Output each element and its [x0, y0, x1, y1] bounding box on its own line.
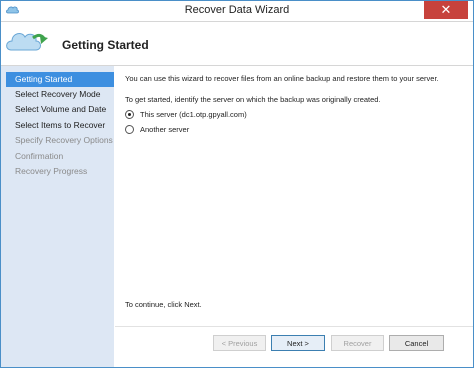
cloud-recover-icon [6, 33, 48, 51]
sidebar-item-recovery-progress: Recovery Progress [15, 166, 88, 176]
recover-button[interactable]: Recover [331, 335, 384, 351]
window-title: Recover Data Wizard [184, 4, 290, 16]
title-bar[interactable]: Recover Data Wizard ✕ [1, 1, 473, 22]
intro-text: You can use this wizard to recover files… [125, 74, 439, 83]
sidebar-item-select-volume-and-date[interactable]: Select Volume and Date [6, 102, 114, 117]
sidebar-item-confirmation: Confirmation [15, 151, 64, 161]
sidebar-item-getting-started[interactable]: Getting Started [6, 72, 114, 87]
wizard-content: You can use this wizard to recover files… [115, 66, 473, 336]
wizard-steps-sidebar: Getting Started Select Recovery Mode Sel… [1, 66, 114, 367]
close-icon: ✕ [440, 2, 452, 17]
wizard-footer: < Previous Next > Recover Cancel [115, 326, 473, 368]
previous-button[interactable]: < Previous [213, 335, 266, 351]
option-another-server[interactable]: Another server [125, 123, 189, 135]
wizard-header: Getting Started [1, 22, 473, 66]
sidebar-item-select-items-to-recover[interactable]: Select Items to Recover [6, 118, 114, 133]
radio-another-server[interactable] [125, 124, 134, 134]
option-another-server-label: Another server [140, 124, 190, 134]
cancel-button[interactable]: Cancel [389, 335, 444, 351]
continue-hint: To continue, click Next. [125, 300, 202, 309]
close-button[interactable]: ✕ [424, 1, 468, 19]
page-title: Getting Started [62, 38, 149, 52]
sidebar-item-specify-recovery-options: Specify Recovery Options [15, 135, 113, 145]
prompt-text: To get started, identify the server on w… [125, 95, 381, 104]
wizard-window: Recover Data Wizard ✕ Getting Started Ge… [0, 0, 474, 368]
option-this-server[interactable]: This server (dc1.otp.gpyall.com) [125, 108, 247, 120]
radio-this-server[interactable] [125, 109, 134, 119]
sidebar-item-select-recovery-mode[interactable]: Select Recovery Mode [6, 87, 114, 102]
option-this-server-label: This server (dc1.otp.gpyall.com) [140, 109, 247, 119]
next-button[interactable]: Next > [271, 335, 325, 351]
